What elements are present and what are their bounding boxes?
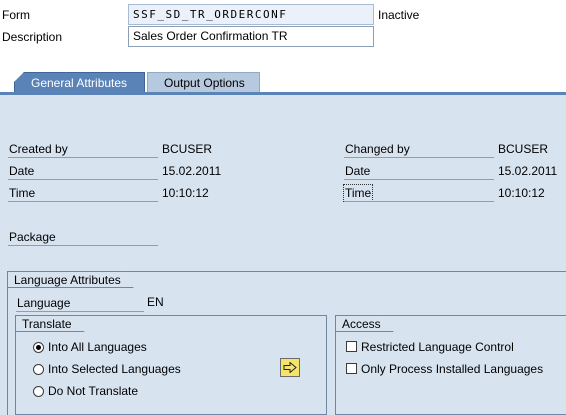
translate-selected-label: Into Selected Languages [48,362,181,376]
language-label: Language [17,296,71,310]
created-by-value: BCUSER [162,142,213,156]
access-group: Access Restricted Language Control Only … [335,315,566,415]
access-title: Access [335,315,394,332]
language-attributes-group: Language Attributes Language EN Translat… [7,271,566,415]
divider [8,245,158,246]
installed-languages-label: Only Process Installed Languages [361,362,544,376]
form-name-field[interactable]: SSF_SD_TR_ORDERCONF [128,4,374,25]
divider [344,179,494,180]
changed-by-value: BCUSER [498,142,549,156]
translate-all-radio[interactable] [33,342,44,353]
form-label: Form [2,8,30,22]
tab-general-attributes[interactable]: General Attributes [14,72,145,93]
changed-date-label: Date [345,164,371,178]
changed-time-label[interactable]: Time [343,184,374,202]
general-attributes-panel: Created by BCUSER Date 15.02.2011 Time 1… [0,92,566,415]
installed-languages-checkbox[interactable] [346,363,357,374]
tab-output-options[interactable]: Output Options [147,72,260,93]
translate-none-radio[interactable] [33,386,44,397]
translate-all-label: Into All Languages [48,340,147,354]
divider [344,157,494,158]
description-label: Description [2,30,63,44]
description-field[interactable]: Sales Order Confirmation TR [128,26,374,47]
created-time-label: Time [9,186,36,200]
created-time-value: 10:10:12 [162,186,209,200]
form-status: Inactive [378,8,420,22]
translate-title: Translate [15,315,85,332]
divider [8,201,158,202]
restricted-language-checkbox[interactable] [346,341,357,352]
arrow-right-icon [283,362,297,373]
divider [8,157,158,158]
select-languages-button[interactable] [280,358,300,377]
divider [344,201,494,202]
package-label: Package [9,230,56,244]
language-value: EN [147,295,164,309]
divider [16,311,144,312]
translate-selected-radio[interactable] [33,364,44,375]
translate-group: Translate Into All Languages Into Select… [15,315,327,415]
created-date-value: 15.02.2011 [162,164,222,178]
changed-by-label: Changed by [345,142,410,156]
created-by-label: Created by [9,142,68,156]
changed-date-value: 15.02.2011 [498,164,558,178]
changed-time-value: 10:10:12 [498,186,545,200]
language-attributes-title: Language Attributes [7,271,134,288]
translate-none-label: Do Not Translate [48,384,139,398]
divider [8,179,158,180]
restricted-language-label: Restricted Language Control [361,340,514,354]
created-date-label: Date [9,164,35,178]
